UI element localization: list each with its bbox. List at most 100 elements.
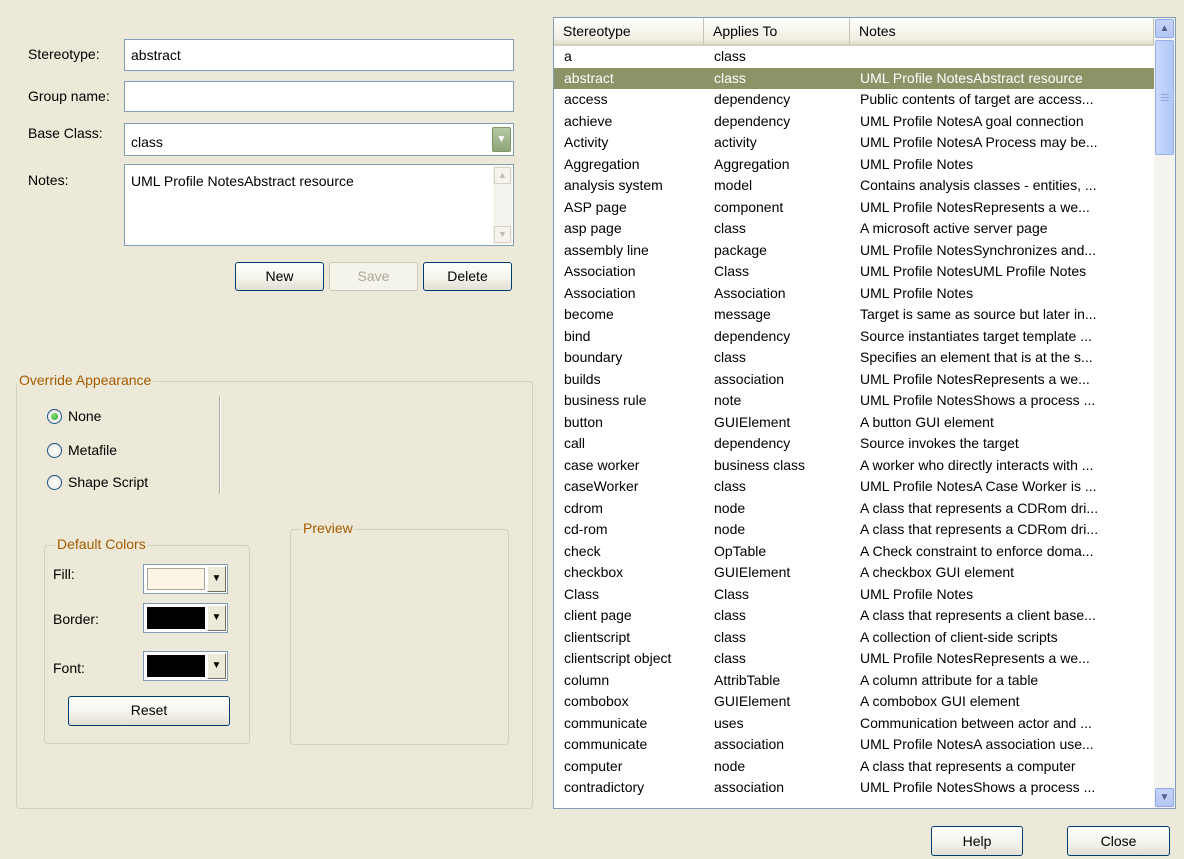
table-row[interactable]: contradictory association UML Profile Note… xyxy=(554,777,1154,799)
cell-stereotype: Association xyxy=(564,263,636,279)
table-row[interactable]: caseWorker class UML Profile NotesA Case W… xyxy=(554,476,1154,498)
save-button[interactable]: Save xyxy=(329,262,418,291)
cell-notes: A checkbox GUI element xyxy=(860,564,1015,580)
table-row[interactable]: asp page class A microsoft active server p… xyxy=(554,218,1154,240)
table-row[interactable]: column AttribTable A column attribute for … xyxy=(554,670,1154,692)
scroll-down-icon[interactable]: ▼ xyxy=(1155,788,1174,807)
border-color-picker[interactable]: ▼ xyxy=(143,603,228,633)
cell-notes: A Check constraint to enforce doma... xyxy=(860,542,1094,559)
table-row[interactable]: client page class A class that represents … xyxy=(554,605,1154,627)
table-row[interactable]: button GUIElement A button GUI element xyxy=(554,412,1154,434)
radio-shape-script-indicator[interactable] xyxy=(47,474,62,490)
table-row[interactable]: builds association UML Profile NotesRepres… xyxy=(554,369,1154,391)
table-row[interactable]: communicate association UML Profile NotesA… xyxy=(554,734,1154,756)
help-button[interactable]: Help xyxy=(931,826,1023,856)
scroll-up-icon[interactable]: ▲ xyxy=(1155,19,1174,38)
radio-none-indicator[interactable] xyxy=(47,408,62,424)
cell-notes: A class that represents a computer xyxy=(860,757,1076,774)
cell-applies-to: node xyxy=(714,499,746,516)
cell-stereotype: Class xyxy=(564,585,600,602)
scroll-thumb[interactable] xyxy=(1155,40,1174,155)
base-class-select[interactable]: class ▼ xyxy=(124,123,514,156)
cell-stereotype: assembly line xyxy=(564,241,649,258)
table-row[interactable]: cd-rom node A class that represents a CDRo… xyxy=(554,519,1154,541)
table-row[interactable]: clientscript object class UML Profile Note… xyxy=(554,648,1154,670)
border-label: Border: xyxy=(53,611,99,627)
table-row[interactable]: checkbox GUIElement A checkbox GUI element xyxy=(554,562,1154,584)
table-row[interactable]: combobox GUIElement A combobox GUI element xyxy=(554,691,1154,713)
table-row[interactable]: call dependency Source invokes the target xyxy=(554,433,1154,455)
notes-textarea[interactable]: UML Profile NotesAbstract resource ▲ ▼ xyxy=(124,164,514,246)
table-row[interactable]: Aggregation Aggregation UML Profile Notes xyxy=(554,154,1154,176)
cell-notes: A column attribute for a table xyxy=(860,671,1039,688)
cell-applies-to: class xyxy=(714,69,746,86)
list-scrollbar[interactable]: ▲ ▼ xyxy=(1154,18,1175,808)
stereotype-input[interactable]: abstract xyxy=(124,39,514,71)
radio-shape-script[interactable]: Shape Script xyxy=(47,474,148,490)
column-header-applies-to[interactable]: Applies To xyxy=(704,18,850,46)
notes-text: UML Profile NotesAbstract resource xyxy=(131,173,354,189)
table-row[interactable]: access dependency Public contents of targe… xyxy=(554,89,1154,111)
table-row[interactable]: case worker business class A worker who di… xyxy=(554,455,1154,477)
table-row[interactable]: achieve dependency UML Profile NotesA goal… xyxy=(554,111,1154,133)
table-row[interactable]: Association Association UML Profile Notes xyxy=(554,283,1154,305)
table-row[interactable]: Class Class UML Profile Notes xyxy=(554,584,1154,606)
cell-applies-to: GUIElement xyxy=(714,693,791,709)
table-row[interactable]: computer node A class that represents a co… xyxy=(554,756,1154,778)
preview-group xyxy=(290,529,509,745)
chevron-down-icon[interactable]: ▼ xyxy=(492,127,511,152)
table-row[interactable]: cdrom node A class that represents a CDRom… xyxy=(554,498,1154,520)
cell-notes: Target is same as source but later in... xyxy=(860,306,1097,322)
table-row[interactable]: become message Target is same as source bu… xyxy=(554,304,1154,326)
font-color-picker[interactable]: ▼ xyxy=(143,651,228,681)
scroll-up-icon[interactable]: ▲ xyxy=(494,167,511,184)
table-row[interactable]: Association Class UML Profile NotesUML Pro… xyxy=(554,261,1154,283)
radio-metafile-indicator[interactable] xyxy=(47,442,62,458)
chevron-down-icon[interactable]: ▼ xyxy=(207,566,226,592)
chevron-down-icon[interactable]: ▼ xyxy=(207,605,226,631)
preview-title: Preview xyxy=(301,520,355,536)
cell-stereotype: caseWorker xyxy=(564,478,639,494)
cell-applies-to: message xyxy=(714,306,771,322)
table-row[interactable]: check OpTable A Check constraint to enforc… xyxy=(554,541,1154,563)
table-row[interactable]: boundary class Specifies an element that i… xyxy=(554,347,1154,369)
notes-scrollbar[interactable]: ▲ ▼ xyxy=(493,166,512,244)
cell-notes: UML Profile NotesA Process may be... xyxy=(860,134,1098,150)
chevron-down-icon[interactable]: ▼ xyxy=(207,653,226,679)
delete-button[interactable]: Delete xyxy=(423,262,512,291)
table-row[interactable]: bind dependency Source instantiates target… xyxy=(554,326,1154,348)
group-name-label: Group name: xyxy=(28,88,110,104)
scroll-down-icon[interactable]: ▼ xyxy=(494,226,511,243)
cell-stereotype: a xyxy=(564,48,572,64)
radio-shape-script-label: Shape Script xyxy=(68,474,149,490)
cell-notes: UML Profile NotesShows a process ... xyxy=(860,392,1096,408)
group-name-input[interactable] xyxy=(124,81,514,112)
fill-color-picker[interactable]: ▼ xyxy=(143,564,228,594)
stereotype-list[interactable]: Stereotype Applies To Notes a class abstra… xyxy=(553,17,1176,809)
cell-applies-to: class xyxy=(714,349,746,365)
table-row[interactable]: a class xyxy=(554,46,1154,68)
table-row[interactable]: abstract class UML Profile NotesAbstract r… xyxy=(554,67,1154,89)
table-row[interactable]: clientscript class A collection of client-… xyxy=(554,627,1154,649)
font-color-swatch xyxy=(147,655,205,677)
radio-metafile[interactable]: Metafile xyxy=(47,442,117,458)
column-header-stereotype[interactable]: Stereotype xyxy=(554,18,704,46)
table-row[interactable]: Activity activity UML Profile NotesA Proce… xyxy=(554,132,1154,154)
cell-stereotype: computer xyxy=(564,757,623,774)
column-header-notes[interactable]: Notes xyxy=(850,18,1154,46)
table-row[interactable]: analysis system model Contains analysis cl… xyxy=(554,175,1154,197)
table-row[interactable]: assembly line package UML Profile NotesSyn… xyxy=(554,240,1154,262)
table-row[interactable]: ASP page component UML Profile NotesRepres… xyxy=(554,197,1154,219)
table-row[interactable]: business rule note UML Profile NotesShows … xyxy=(554,390,1154,412)
radio-none[interactable]: None xyxy=(47,408,101,424)
new-button[interactable]: New xyxy=(235,262,324,291)
table-row[interactable]: communicate uses Communication between act… xyxy=(554,713,1154,735)
cell-notes: UML Profile NotesUML Profile Notes xyxy=(860,263,1087,279)
cell-notes: UML Profile NotesRepresents a we... xyxy=(860,198,1090,215)
cell-notes: UML Profile Notes xyxy=(860,284,974,301)
cell-applies-to: class xyxy=(714,628,746,645)
cell-applies-to: note xyxy=(714,392,742,408)
reset-button[interactable]: Reset xyxy=(68,696,230,726)
cell-stereotype: communicate xyxy=(564,736,648,752)
close-button[interactable]: Close xyxy=(1067,826,1170,856)
